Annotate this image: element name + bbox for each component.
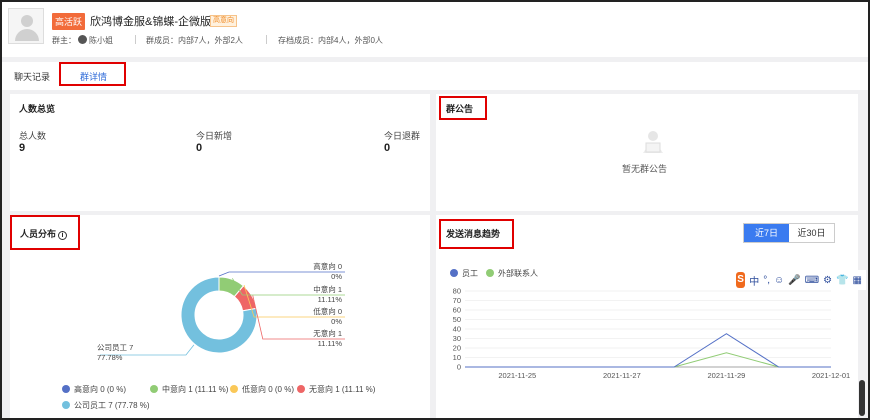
new-today-value: 0 (196, 142, 203, 154)
pie-label-name-4: 公司员工 7 (97, 343, 133, 352)
distribution-legend-item-0[interactable]: 高意向 0 (0 %) (62, 384, 126, 395)
group-avatar (8, 8, 44, 44)
total-members-label: 总人数 (19, 131, 47, 141)
highlight-box (439, 96, 487, 120)
y-tick-label: 20 (453, 344, 461, 353)
ime-voice-icon[interactable]: 🎤 (788, 275, 800, 286)
group-name: 欣鸿博金服&锦蝶-企微版 (90, 16, 211, 28)
y-tick-label: 40 (453, 325, 461, 334)
group-header: 高活跃 欣鸿博金服&锦蝶-企微版 高意向 群主： 陈小姐 群成员：内部7人，外部2… (2, 2, 868, 57)
y-tick-label: 0 (457, 363, 461, 372)
y-tick-label: 60 (453, 306, 461, 315)
ime-skin-icon[interactable]: 👕 (836, 275, 848, 286)
y-tick-label: 70 (453, 296, 461, 305)
owner-avatar-icon (78, 35, 87, 44)
ime-emoji-icon[interactable]: ☺ (774, 275, 784, 286)
x-tick-label: 2021-11-27 (603, 371, 641, 380)
highlight-box (10, 215, 80, 250)
legend-dot-icon (62, 385, 70, 393)
pie-label-pct-3: 11.11% (318, 339, 343, 348)
notice-panel: 群公告 暂无群公告 (436, 94, 858, 211)
pie-leader-line-0 (218, 271, 345, 277)
owner-label: 群主： (52, 36, 76, 45)
tab-chat-records[interactable]: 聊天记录 (14, 70, 50, 83)
empty-notice-text: 暂无群公告 (622, 164, 668, 174)
pie-label-pct-4: 77.78% (97, 353, 123, 362)
ime-punctuation-icon[interactable]: °, (763, 275, 770, 286)
ime-toolbox-icon[interactable]: ▦ (853, 275, 862, 286)
y-tick-label: 10 (453, 353, 461, 362)
left-today-label: 今日退群 (384, 131, 421, 141)
ime-keyboard-icon[interactable]: ⌨ (805, 275, 819, 286)
owner-name: 陈小姐 (89, 36, 113, 45)
pie-label-name-0: 高意向 0 (313, 261, 342, 271)
legend-dot-icon (150, 385, 158, 393)
tab-bar: 聊天记录 群详情 (2, 62, 868, 90)
highlight-box (59, 62, 126, 86)
ime-chinese-mode[interactable]: 中 (749, 273, 759, 288)
archived-count: 存档成员：内部4人，外部0人 (278, 36, 383, 45)
overview-title: 人数总览 (19, 104, 56, 114)
pie-label-pct-0: 0% (331, 272, 342, 281)
pie-label-pct-2: 0% (331, 317, 342, 326)
legend-dot-icon (230, 385, 238, 393)
member-count: 群成员：内部7人，外部2人 (146, 36, 243, 45)
x-tick-label: 2021-11-29 (708, 371, 746, 380)
activity-badge: 高活跃 (52, 13, 86, 30)
pie-label-pct-1: 11.11% (318, 295, 343, 304)
x-tick-label: 2021-12-01 (812, 371, 850, 380)
y-tick-label: 30 (453, 334, 461, 343)
legend-dot-icon (62, 401, 70, 409)
overview-panel: 人数总览 总人数 9 今日新增 0 今日退群 0 (10, 94, 430, 211)
total-members-value: 9 (19, 142, 26, 154)
new-today-label: 今日新增 (196, 131, 233, 141)
y-tick-label: 50 (453, 315, 461, 324)
page-scrollbar[interactable] (859, 380, 865, 416)
x-tick-label: 2021-11-25 (498, 371, 536, 380)
highlight-box (439, 219, 514, 249)
pie-label-name-2: 低意向 0 (313, 306, 342, 316)
empty-notice-icon (643, 131, 663, 153)
app-frame: 高活跃 欣鸿博金服&锦蝶-企微版 高意向 群主： 陈小姐 群成员：内部7人，外部2… (0, 0, 870, 420)
distribution-legend-item-1[interactable]: 中意向 1 (11.11 %) (150, 384, 228, 395)
y-tick-label: 80 (453, 287, 461, 296)
pie-label-name-3: 无意向 1 (313, 328, 342, 338)
distribution-legend-item-3[interactable]: 无意向 1 (11.11 %) (297, 384, 375, 395)
pie-label-name-1: 中意向 1 (313, 284, 342, 294)
legend-dot-icon (297, 385, 305, 393)
sogou-logo-icon: S (736, 272, 746, 288)
left-today-value: 0 (384, 142, 391, 154)
distribution-legend-item-4[interactable]: 公司员工 7 (77.78 %) (62, 400, 150, 411)
intent-badge: 高意向 (210, 15, 237, 27)
ime-settings-icon[interactable]: ⚙ (823, 275, 832, 286)
distribution-legend-item-2[interactable]: 低意向 0 (0 %) (230, 384, 294, 395)
owner-info: 群主： 陈小姐 (52, 35, 113, 46)
ime-toolbar[interactable]: S 中 °, ☺ 🎤 ⌨ ⚙ 👕 ▦ (736, 270, 866, 290)
